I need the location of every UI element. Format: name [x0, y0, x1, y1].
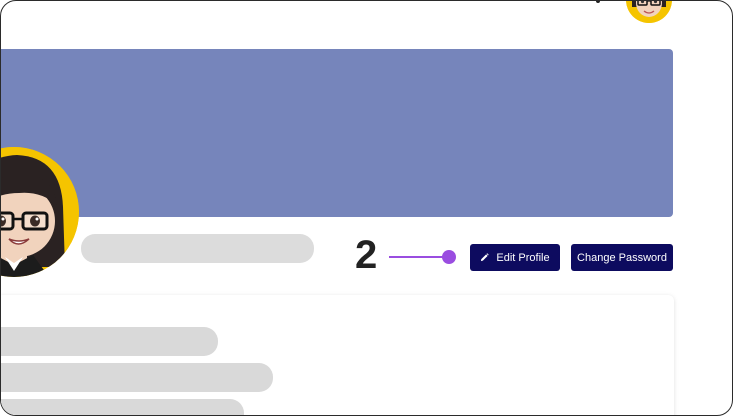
callout-pointer-line	[389, 256, 447, 258]
screenshot-frame: 2 Edit Profile Change Password	[0, 0, 733, 416]
user-avatar[interactable]	[626, 1, 672, 23]
profile-cover-banner	[1, 49, 673, 217]
detail-line-placeholder	[1, 399, 244, 415]
detail-line-placeholder	[1, 363, 273, 392]
callout-number: 2	[355, 233, 378, 277]
detail-line-placeholder	[1, 327, 218, 356]
change-password-label: Change Password	[577, 251, 667, 264]
bell-icon[interactable]	[589, 1, 607, 7]
pencil-icon	[480, 253, 496, 262]
edit-profile-label: Edit Profile	[496, 251, 550, 264]
edit-profile-button[interactable]: Edit Profile	[470, 244, 560, 271]
change-password-button[interactable]: Change Password	[571, 244, 673, 271]
callout-pointer-dot	[442, 250, 456, 264]
profile-name-placeholder	[81, 234, 314, 263]
